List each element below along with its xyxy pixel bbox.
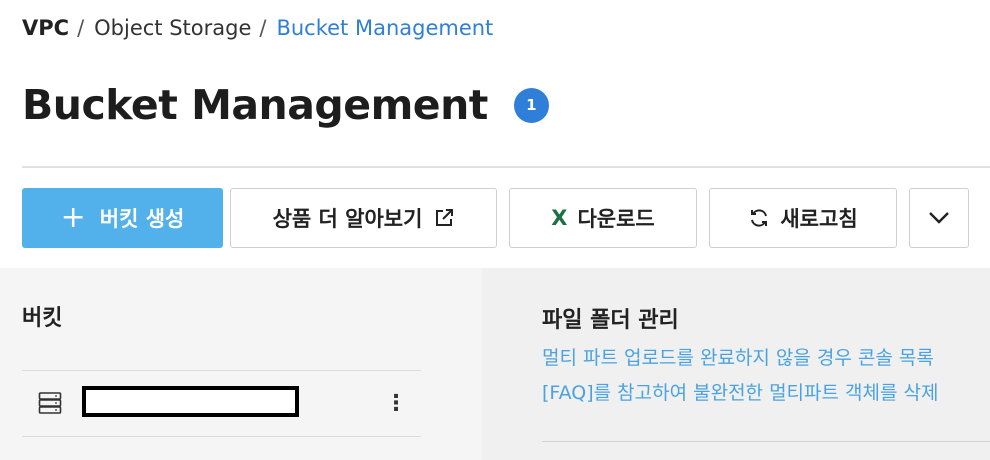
download-button[interactable]: X 다운로드 [509,188,697,248]
breadcrumb-root[interactable]: VPC [22,16,69,40]
breadcrumb-object-storage[interactable]: Object Storage [94,16,251,40]
breadcrumb: VPC / Object Storage / Bucket Management [22,13,493,43]
info-badge[interactable]: 1 [513,87,549,123]
storage-icon [38,392,62,418]
header-divider [22,166,990,168]
breadcrumb-separator: / [77,16,85,40]
create-bucket-label: 버킷 생성 [99,207,185,231]
create-bucket-button[interactable]: + 버킷 생성 [22,188,223,248]
panel-divider [542,441,990,442]
learn-more-label: 상품 더 알아보기 [272,207,423,231]
learn-more-button[interactable]: 상품 더 알아보기 [230,188,497,248]
file-folder-heading: 파일 폴더 관리 [542,308,679,333]
excel-icon: X [551,206,568,230]
list-divider [22,436,421,437]
more-actions-button[interactable] [909,188,969,248]
bucket-list-heading: 버킷 [22,306,63,331]
breadcrumb-current: Bucket Management [276,16,494,40]
kebab-menu-icon[interactable]: ⋮ [385,391,407,416]
external-link-icon [434,208,454,228]
download-label: 다운로드 [577,207,655,231]
faq-help-text[interactable]: [FAQ]를 참고하여 불완전한 멀티파트 객체를 삭제 [542,378,938,405]
multipart-help-text: 멀티 파트 업로드를 완료하지 않을 경우 콘솔 목록 [542,347,934,369]
chevron-down-icon [928,211,950,225]
refresh-icon [748,207,770,229]
page-header: Bucket Management 1 [22,76,549,134]
plus-icon: + [60,200,86,235]
bucket-list-item[interactable]: ⋮ [22,371,421,436]
refresh-label: 새로고침 [780,207,858,231]
page-title: Bucket Management [22,81,488,129]
refresh-button[interactable]: 새로고침 [709,188,897,248]
bucket-name-redacted [82,386,299,417]
breadcrumb-separator: / [259,16,267,40]
